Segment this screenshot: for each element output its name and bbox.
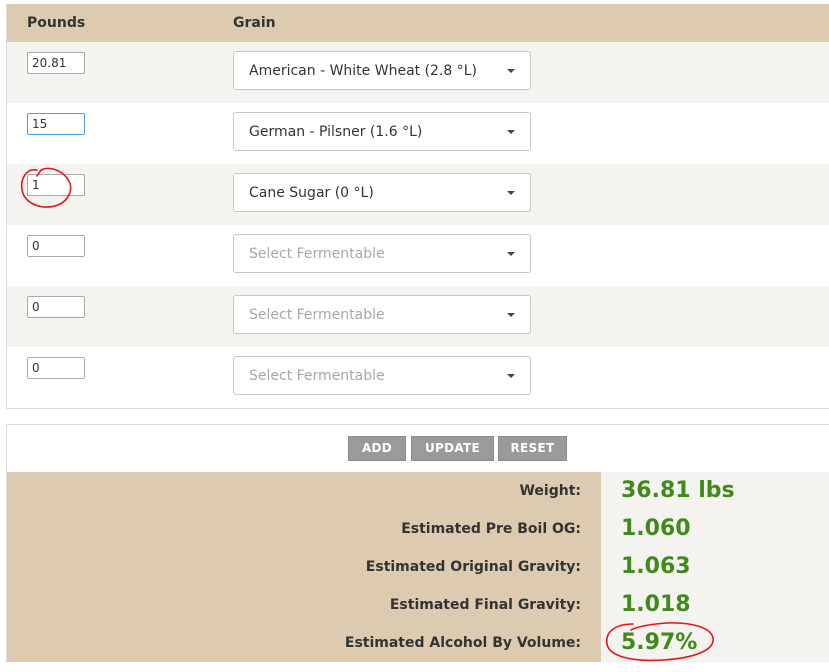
results-panel: ADD UPDATE RESET Weight: 36.81 lbs Estim…	[6, 424, 829, 663]
result-row-abv: Estimated Alcohol By Volume: 5.97%	[7, 622, 829, 662]
grain-select-value: American - White Wheat (2.8 °L)	[249, 63, 478, 79]
pounds-input[interactable]	[27, 113, 85, 135]
update-button[interactable]: UPDATE	[411, 436, 494, 461]
grain-select[interactable]: German - Pilsner (1.6 °L)	[233, 112, 531, 151]
grain-select-placeholder: Select Fermentable	[249, 368, 385, 384]
button-bar: ADD UPDATE RESET	[7, 425, 829, 472]
grain-select[interactable]: Select Fermentable	[233, 356, 531, 395]
grain-select[interactable]: American - White Wheat (2.8 °L)	[233, 51, 531, 90]
table-row: Cane Sugar (0 °L)	[7, 164, 829, 225]
final-gravity-label: Estimated Final Gravity:	[7, 586, 601, 624]
pre-boil-og-label: Estimated Pre Boil OG:	[7, 510, 601, 548]
table-row: Select Fermentable	[7, 286, 829, 347]
table-row: German - Pilsner (1.6 °L)	[7, 103, 829, 164]
table-row: Select Fermentable	[7, 347, 829, 408]
caret-down-icon	[507, 313, 515, 317]
pounds-input[interactable]	[27, 296, 85, 318]
grain-column-header: Grain	[233, 15, 276, 31]
original-gravity-label: Estimated Original Gravity:	[7, 548, 601, 586]
grain-select-placeholder: Select Fermentable	[249, 307, 385, 323]
caret-down-icon	[507, 374, 515, 378]
grain-select-value: German - Pilsner (1.6 °L)	[249, 124, 423, 140]
grain-select-value: Cane Sugar (0 °L)	[249, 185, 374, 201]
caret-down-icon	[507, 252, 515, 256]
grain-table: Pounds Grain American - White Wheat (2.8…	[6, 4, 829, 409]
table-header: Pounds Grain	[7, 4, 829, 42]
pre-boil-og-value: 1.060	[601, 510, 829, 548]
results-list: Weight: 36.81 lbs Estimated Pre Boil OG:…	[7, 472, 829, 662]
grain-select[interactable]: Cane Sugar (0 °L)	[233, 173, 531, 212]
table-row: American - White Wheat (2.8 °L)	[7, 42, 829, 103]
original-gravity-value: 1.063	[601, 548, 829, 586]
caret-down-icon	[507, 69, 515, 73]
grain-select[interactable]: Select Fermentable	[233, 295, 531, 334]
pounds-input[interactable]	[27, 52, 85, 74]
abv-value: 5.97%	[601, 624, 829, 662]
pounds-input[interactable]	[27, 174, 85, 196]
result-row-final-gravity: Estimated Final Gravity: 1.018	[7, 586, 829, 624]
grain-select[interactable]: Select Fermentable	[233, 234, 531, 273]
pounds-column-header: Pounds	[27, 15, 86, 31]
caret-down-icon	[507, 130, 515, 134]
weight-value: 36.81 lbs	[601, 472, 829, 510]
result-row-original-gravity: Estimated Original Gravity: 1.063	[7, 548, 829, 586]
grain-select-placeholder: Select Fermentable	[249, 246, 385, 262]
pounds-input[interactable]	[27, 235, 85, 257]
pounds-input[interactable]	[27, 357, 85, 379]
table-row: Select Fermentable	[7, 225, 829, 286]
result-row-pre-boil-og: Estimated Pre Boil OG: 1.060	[7, 510, 829, 548]
final-gravity-value: 1.018	[601, 586, 829, 624]
add-button[interactable]: ADD	[348, 436, 406, 461]
abv-label: Estimated Alcohol By Volume:	[7, 624, 601, 662]
reset-button[interactable]: RESET	[498, 436, 567, 461]
result-row-weight: Weight: 36.81 lbs	[7, 472, 829, 510]
caret-down-icon	[507, 191, 515, 195]
weight-label: Weight:	[7, 472, 601, 510]
